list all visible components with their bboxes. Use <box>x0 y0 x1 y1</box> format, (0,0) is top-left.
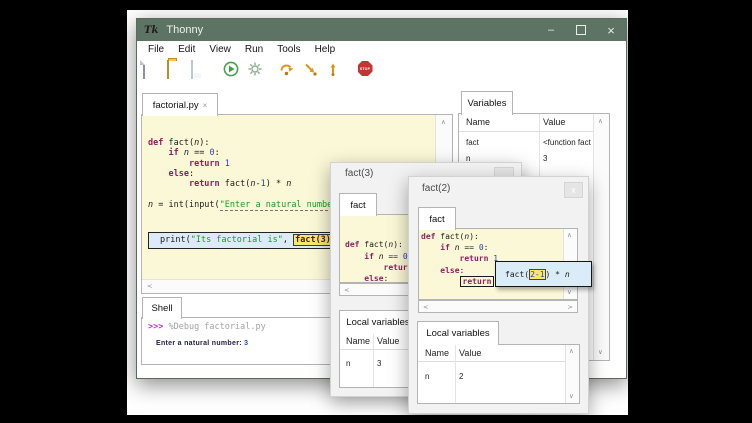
menu-edit[interactable]: Edit <box>171 44 202 55</box>
column-divider <box>455 345 456 403</box>
tab-label: fact <box>350 200 365 211</box>
local-variables-panel: Name Value n 2 ∧ ∨ <box>417 344 580 404</box>
maximize-icon <box>576 25 586 35</box>
scroll-left-icon[interactable]: < <box>147 283 152 290</box>
variable-row-value[interactable]: 3 <box>543 154 547 163</box>
scroll-up-icon[interactable]: ∧ <box>441 119 446 126</box>
maximize-button[interactable] <box>566 19 596 41</box>
gear-icon <box>247 61 263 77</box>
tab-label: Local variables <box>346 317 409 328</box>
variable-row-name[interactable]: n <box>425 372 429 381</box>
scroll-up-icon[interactable]: ∧ <box>567 232 572 239</box>
frame-window-fact2: fact(2) x fact def fact(n): if n == 0: r… <box>408 176 589 414</box>
debug-icon[interactable] <box>247 61 263 77</box>
tab-label: Variables <box>468 98 507 109</box>
tab-fact[interactable]: fact <box>339 193 377 216</box>
tab-variables[interactable]: Variables <box>461 91 513 115</box>
run-icon[interactable] <box>223 61 239 77</box>
scroll-down-icon[interactable]: ∨ <box>567 289 572 296</box>
stop-icon[interactable]: STOP <box>357 61 373 77</box>
frame-horizontal-scrollbar[interactable]: < > <box>418 300 578 313</box>
scroll-right-icon[interactable]: > <box>568 304 573 311</box>
step-out-icon[interactable] <box>325 61 341 77</box>
tab-label: Local variables <box>426 328 489 339</box>
menu-help[interactable]: Help <box>308 44 343 55</box>
variable-row-value[interactable]: 2 <box>459 372 463 381</box>
minimize-button[interactable]: – <box>536 19 566 41</box>
menu-view[interactable]: View <box>202 44 238 55</box>
scroll-left-icon[interactable]: < <box>344 287 349 294</box>
tab-factorial-py[interactable]: factorial.py × <box>142 93 218 116</box>
window-title: Thonny <box>166 24 203 36</box>
tab-fact[interactable]: fact <box>418 207 456 230</box>
title-bar[interactable]: Tk Thonny – × <box>137 19 626 41</box>
locals-vertical-scrollbar[interactable]: ∧ ∨ <box>565 345 579 403</box>
scroll-up-icon[interactable]: ∧ <box>598 118 603 125</box>
variable-row-name[interactable]: n <box>346 359 350 368</box>
column-header-value[interactable]: Value <box>377 336 399 346</box>
header-divider <box>459 131 594 132</box>
close-button[interactable]: × <box>596 19 626 41</box>
variable-row-value[interactable]: 3 <box>377 359 381 368</box>
scroll-down-icon[interactable]: ∨ <box>569 393 574 400</box>
step-over-icon[interactable] <box>279 61 295 77</box>
arrow-out-icon <box>325 61 341 77</box>
tab-label: fact <box>429 214 444 225</box>
menu-bar: File Edit View Run Tools Help <box>137 41 626 58</box>
column-header-name[interactable]: Name <box>346 336 370 346</box>
menu-tools[interactable]: Tools <box>270 44 307 55</box>
column-divider <box>373 333 374 387</box>
scroll-up-icon[interactable]: ∧ <box>569 348 574 355</box>
tab-shell[interactable]: Shell <box>142 297 182 319</box>
open-file-icon[interactable] <box>167 61 183 77</box>
tab-close-icon[interactable]: × <box>203 101 208 110</box>
column-header-name[interactable]: Name <box>466 117 490 127</box>
column-header-value[interactable]: Value <box>459 348 481 358</box>
frame-title: fact(2) <box>422 183 450 194</box>
scroll-left-icon[interactable]: < <box>423 304 428 311</box>
screenshot-stage: Tk Thonny – × File Edit View Run Tools H… <box>0 0 752 423</box>
frame-title: fact(3) <box>345 168 373 179</box>
folder-icon <box>167 60 169 79</box>
stop-octagon-icon: STOP <box>358 61 373 76</box>
frame-close-button[interactable]: x <box>564 182 583 198</box>
tab-local-variables[interactable]: Local variables <box>339 310 417 334</box>
scroll-down-icon[interactable]: ∨ <box>598 349 603 356</box>
step-into-icon[interactable] <box>303 61 319 77</box>
page-icon <box>143 60 145 79</box>
menu-run[interactable]: Run <box>238 44 270 55</box>
menu-file[interactable]: File <box>141 44 171 55</box>
tab-label: factorial.py <box>153 100 199 111</box>
arrow-over-icon <box>279 61 295 77</box>
column-header-value[interactable]: Value <box>543 117 565 127</box>
window-controls: – × <box>536 19 626 41</box>
column-header-name[interactable]: Name <box>425 348 449 358</box>
save-file-icon[interactable] <box>191 61 207 77</box>
variables-vertical-scrollbar[interactable]: ∧ ∨ <box>593 114 609 360</box>
play-icon <box>223 61 239 77</box>
new-file-icon[interactable] <box>143 61 159 77</box>
variable-row-value[interactable]: <function fact a <box>543 138 595 147</box>
evaluated-expression-tooltip: fact(2-1) * n <box>495 261 592 287</box>
arrow-into-icon <box>303 61 319 77</box>
app-logo-icon: Tk <box>144 25 158 36</box>
tab-label: Shell <box>151 303 172 314</box>
active-statement-box: print("Its factorial is", fact(3)) <box>148 232 347 248</box>
floppy-icon <box>191 60 193 79</box>
tab-local-variables[interactable]: Local variables <box>417 321 499 345</box>
header-divider <box>418 361 566 362</box>
variable-row-name[interactable]: fact <box>466 138 479 147</box>
